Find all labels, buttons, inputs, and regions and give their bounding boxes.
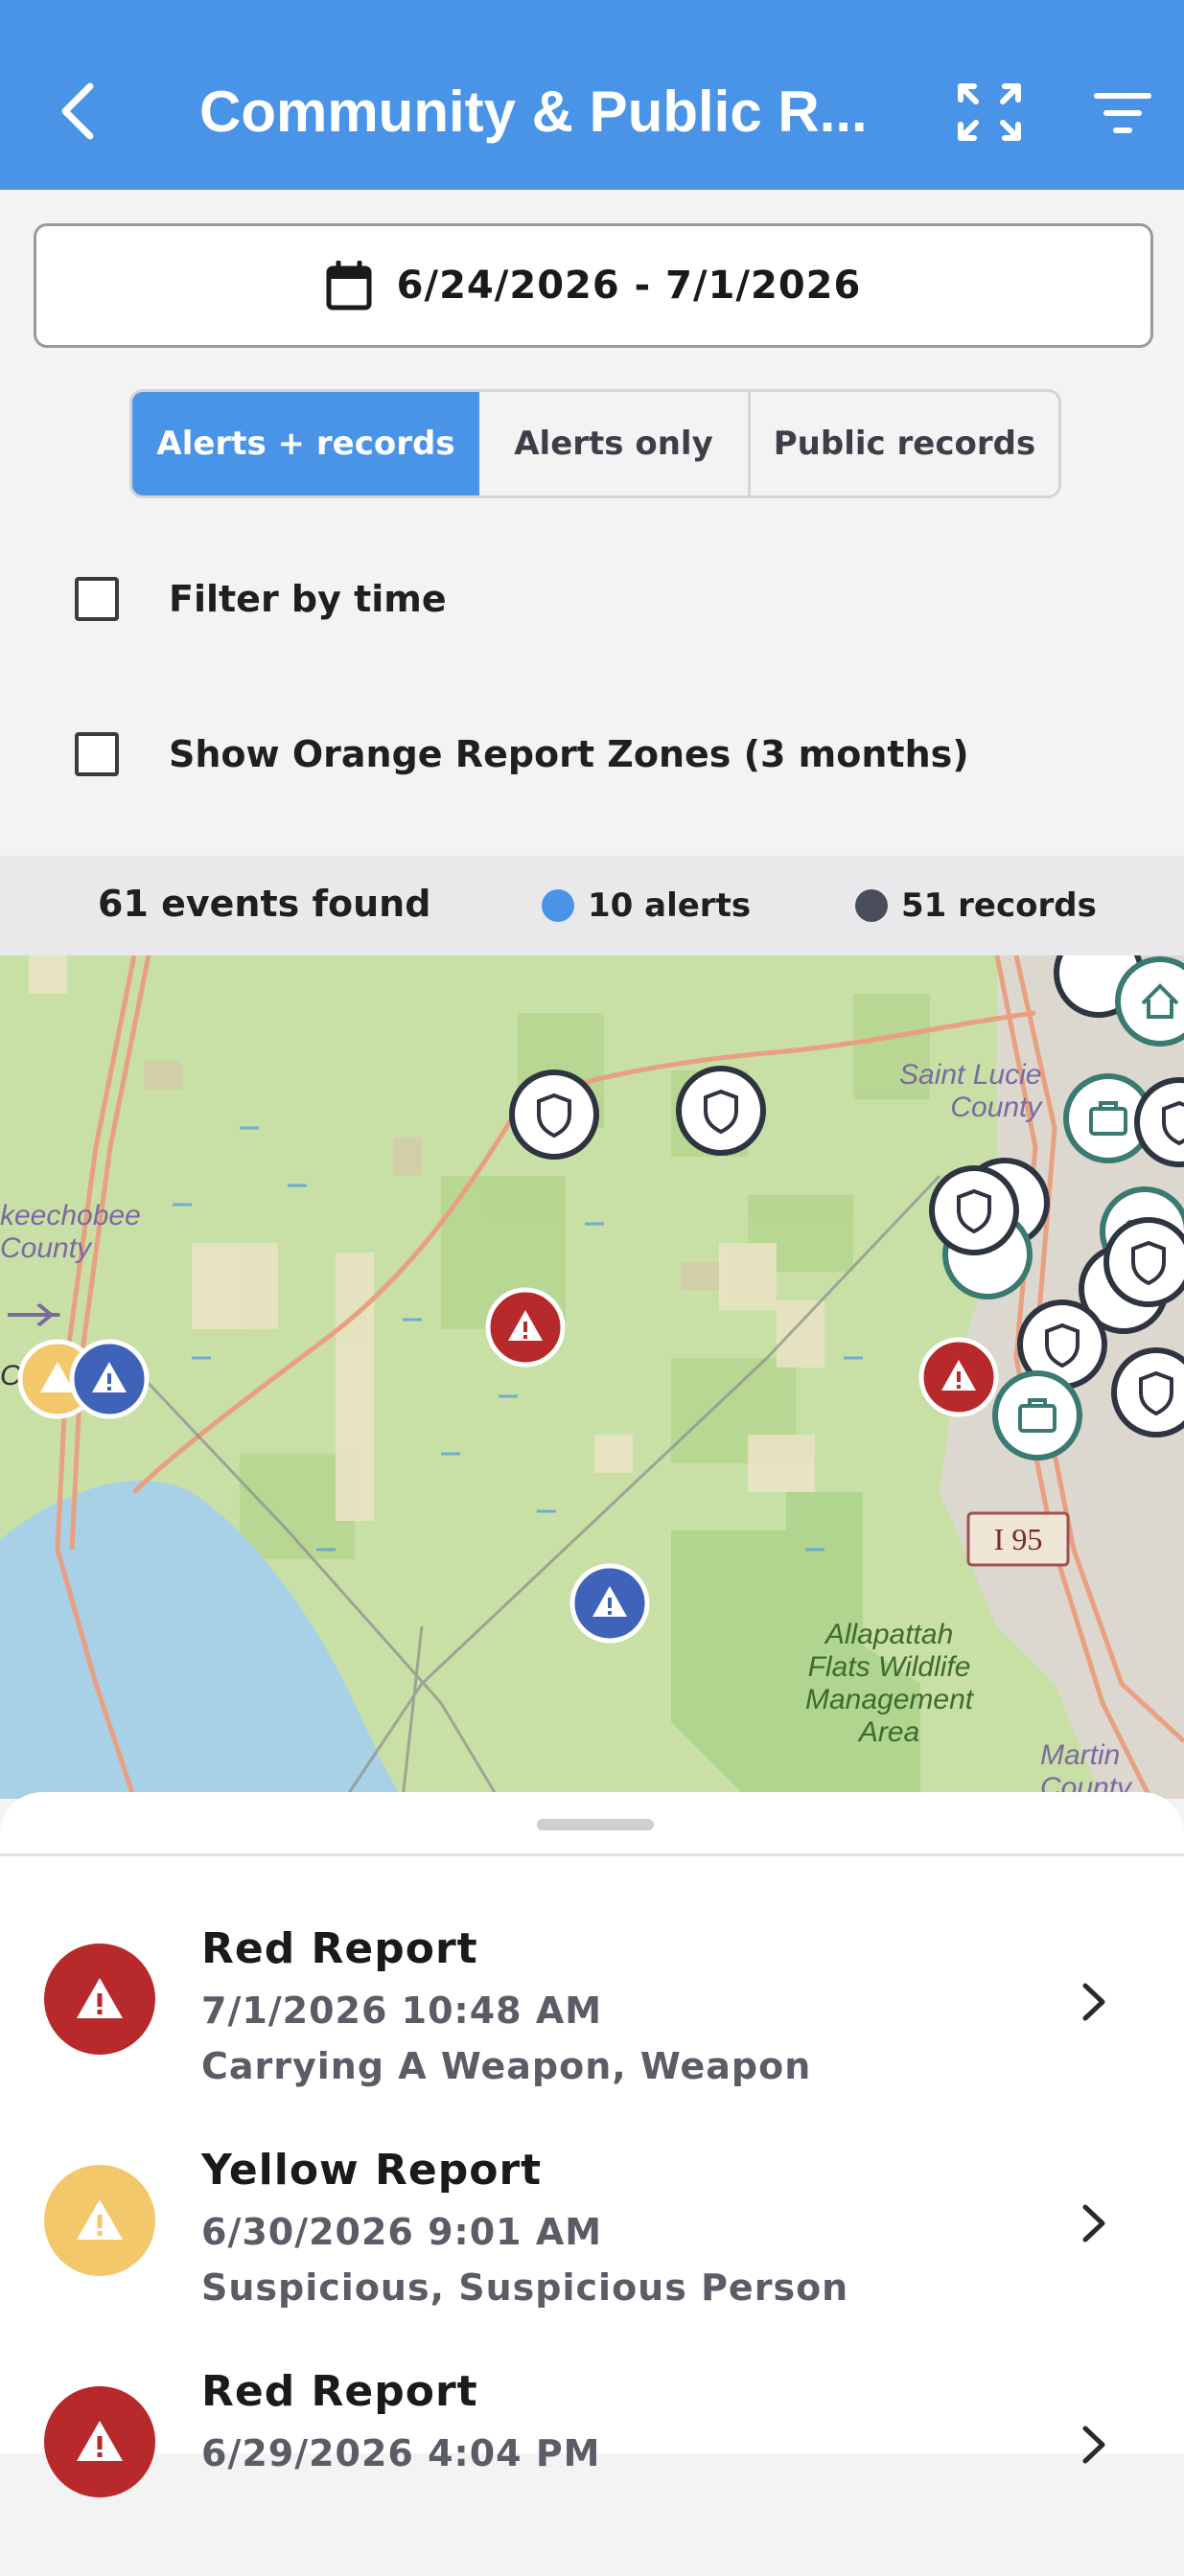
record-type-segment: Alerts + records Alerts only Public reco… bbox=[129, 389, 1061, 498]
records-count-label: 51 records bbox=[901, 886, 1097, 925]
filter-icon bbox=[1094, 93, 1151, 133]
filter-button[interactable] bbox=[1093, 90, 1152, 136]
alerts-count-label: 10 alerts bbox=[588, 886, 752, 925]
report-avatar-red bbox=[44, 1944, 155, 2055]
filter-by-time-checkbox[interactable] bbox=[75, 577, 119, 621]
report-title: Red Report bbox=[201, 1924, 478, 1973]
app-header: Community & Public R... bbox=[0, 0, 1184, 190]
record-marker-home[interactable] bbox=[1114, 955, 1184, 1047]
expand-map-button[interactable] bbox=[957, 82, 1022, 142]
expand-icon bbox=[958, 83, 1021, 141]
record-marker-briefcase[interactable] bbox=[991, 1369, 1083, 1461]
segment-public-records[interactable]: Public records bbox=[751, 392, 1058, 495]
date-range-picker[interactable]: 6/24/2026 - 7/1/2026 bbox=[34, 223, 1153, 348]
report-datetime: 7/1/2026 10:48 AM bbox=[201, 1990, 603, 2032]
map-view[interactable]: I 95 Saint Lucie County keechobee County… bbox=[0, 955, 1184, 1799]
report-title: Yellow Report bbox=[201, 2146, 543, 2195]
segment-alerts-only[interactable]: Alerts only bbox=[479, 392, 751, 495]
report-avatar-yellow bbox=[44, 2165, 155, 2276]
alert-marker-red[interactable] bbox=[485, 1287, 566, 1368]
alert-marker-red[interactable] bbox=[918, 1337, 999, 1417]
martin-county-label: Martin County bbox=[1040, 1739, 1132, 1799]
records-count: 51 records bbox=[855, 886, 1097, 925]
allapattah-label: Allapattah Flats Wildlife Management Are… bbox=[805, 1619, 974, 1748]
orange-zones-checkbox[interactable] bbox=[75, 732, 119, 776]
report-title: Red Report bbox=[201, 2367, 478, 2416]
report-avatar-red bbox=[44, 2386, 155, 2497]
page-title: Community & Public R... bbox=[199, 80, 868, 144]
chevron-left-icon bbox=[61, 82, 94, 140]
date-range-label: 6/24/2026 - 7/1/2026 bbox=[396, 264, 862, 308]
record-marker-shield[interactable] bbox=[928, 1164, 1020, 1256]
warning-icon bbox=[77, 2199, 123, 2240]
events-count: 61 events found bbox=[98, 883, 431, 925]
alert-marker-blue[interactable] bbox=[569, 1563, 650, 1644]
warning-icon bbox=[77, 2421, 123, 2461]
filter-by-time-label: Filter by time bbox=[169, 578, 447, 620]
report-datetime: 6/29/2026 4:04 PM bbox=[201, 2432, 601, 2474]
filter-by-time-row[interactable]: Filter by time bbox=[75, 577, 447, 621]
chevron-right-icon bbox=[1082, 1983, 1105, 2021]
segment-alerts-records[interactable]: Alerts + records bbox=[132, 392, 479, 495]
alert-marker-blue[interactable] bbox=[69, 1339, 150, 1419]
warning-icon bbox=[77, 1978, 123, 2018]
report-list-item[interactable]: Yellow Report 6/30/2026 9:01 AM Suspicio… bbox=[0, 2134, 1184, 2355]
sheet-drag-handle[interactable] bbox=[537, 1819, 654, 1830]
record-marker-shield[interactable] bbox=[675, 1065, 767, 1157]
report-datetime: 6/30/2026 9:01 AM bbox=[201, 2211, 603, 2253]
okeechobee-county-label: keechobee County bbox=[0, 1200, 141, 1264]
record-marker-shield[interactable] bbox=[1133, 1076, 1184, 1168]
report-detail: Carrying A Weapon, Weapon bbox=[201, 2045, 812, 2087]
record-marker-shield[interactable] bbox=[1103, 1216, 1184, 1308]
report-list-item[interactable]: Red Report 7/1/2026 10:48 AM Carrying A … bbox=[0, 1913, 1184, 2133]
back-button[interactable] bbox=[50, 77, 107, 146]
report-list-item[interactable]: Red Report 6/29/2026 4:04 PM bbox=[0, 2356, 1184, 2576]
alerts-count: 10 alerts bbox=[542, 886, 751, 925]
orange-zones-label: Show Orange Report Zones (3 months) bbox=[169, 733, 969, 775]
chevron-right-icon bbox=[1082, 2204, 1105, 2242]
records-dot bbox=[855, 889, 888, 922]
record-marker-shield[interactable] bbox=[508, 1069, 600, 1161]
chevron-right-icon bbox=[1082, 2426, 1105, 2464]
saint-lucie-county-label: Saint Lucie County bbox=[899, 1059, 1042, 1123]
i95-shield-label: I 95 bbox=[994, 1522, 1043, 1556]
alerts-dot bbox=[542, 889, 574, 922]
report-detail: Suspicious, Suspicious Person bbox=[201, 2266, 849, 2309]
record-marker-shield[interactable] bbox=[1110, 1346, 1184, 1438]
orange-zones-row[interactable]: Show Orange Report Zones (3 months) bbox=[75, 732, 969, 776]
sheet-divider bbox=[0, 1853, 1184, 1856]
results-sheet: Red Report 7/1/2026 10:48 AM Carrying A … bbox=[0, 1792, 1184, 2497]
calendar-icon bbox=[326, 261, 372, 310]
results-summary: 61 events found 10 alerts 51 records bbox=[0, 856, 1184, 955]
